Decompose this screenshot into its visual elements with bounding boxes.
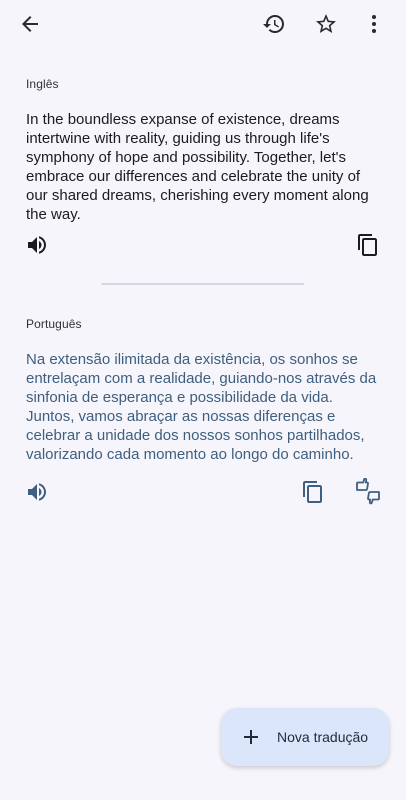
top-app-bar [0,0,406,48]
history-icon [263,15,284,34]
new-translation-button[interactable]: Nova tradução [221,708,389,766]
source-text[interactable]: In the boundless expanse of existence, d… [26,110,382,224]
arrow-left-icon [22,16,38,32]
star-outline-icon [316,14,336,33]
section-divider [101,283,304,285]
target-listen-button[interactable] [17,472,57,512]
thumbs-up-down-icon [356,478,380,505]
volume-icon [28,236,46,254]
more-options-button[interactable] [354,4,394,44]
target-language-label: Português [26,317,82,331]
history-button[interactable] [254,4,294,44]
new-translation-label: Nova tradução [277,729,369,745]
translated-text[interactable]: Na extensão ilimitada da existência, os … [26,350,382,464]
feedback-button[interactable] [348,472,388,512]
copy-icon [358,234,377,256]
source-listen-button[interactable] [17,225,57,265]
favorite-button[interactable] [306,4,346,44]
target-copy-button[interactable] [293,472,333,512]
volume-icon [28,483,46,501]
copy-icon [303,481,322,503]
source-language-label: Inglês [26,77,59,91]
source-copy-button[interactable] [348,225,388,265]
translation-screen: Inglês In the boundless expanse of exist… [0,0,406,800]
more-vert-icon [372,15,376,33]
plus-icon [239,725,263,749]
back-button[interactable] [10,4,50,44]
